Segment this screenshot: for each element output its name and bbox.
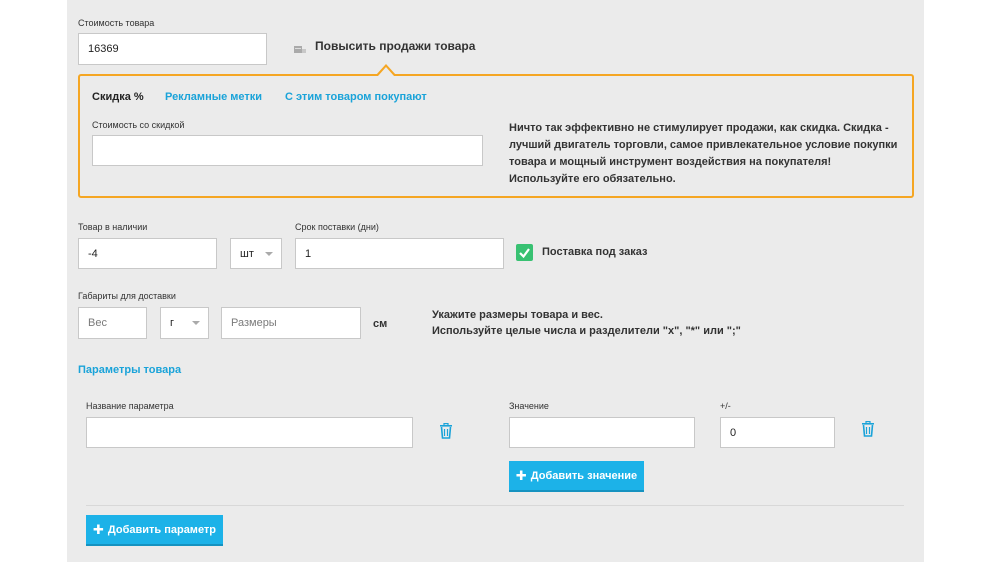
price-input[interactable]: 16369: [78, 33, 267, 65]
plus-icon: ✚: [515, 467, 527, 483]
delivery-days-input[interactable]: 1: [295, 238, 504, 269]
promo-title[interactable]: Повысить продажи товара: [315, 39, 475, 53]
weight-placeholder: Вес: [88, 317, 107, 329]
discount-price-label: Стоимость со скидкой: [92, 120, 185, 130]
chevron-down-icon: [265, 251, 273, 256]
stock-input[interactable]: -4: [78, 238, 217, 269]
check-icon: [519, 248, 530, 259]
add-param-button[interactable]: ✚ Добавить параметр: [86, 515, 223, 546]
weight-input[interactable]: Вес: [78, 307, 147, 339]
size-unit: см: [373, 318, 388, 330]
tab-bought-together[interactable]: С этим товаром покупают: [285, 91, 427, 103]
delete-param-trash-icon[interactable]: [439, 422, 453, 439]
add-param-label: Добавить параметр: [107, 523, 217, 536]
stock-label: Товар в наличии: [78, 222, 148, 232]
dimensions-hint-2: Используйте целые числа и разделители "x…: [432, 325, 741, 337]
add-value-button[interactable]: ✚ Добавить значение: [509, 461, 644, 492]
stock-unit-value: шт: [240, 247, 254, 260]
param-name-input[interactable]: [86, 417, 413, 448]
chevron-down-icon: [192, 321, 200, 325]
weight-unit-select[interactable]: г: [160, 307, 209, 339]
promo-description: Ничто так эффективно не стимулирует прод…: [509, 122, 898, 185]
stock-unit-select[interactable]: шт: [230, 238, 282, 269]
weight-unit-value: г: [170, 317, 175, 329]
size-placeholder: Размеры: [231, 317, 277, 329]
tab-discount[interactable]: Скидка %: [92, 91, 144, 103]
params-title[interactable]: Параметры товара: [78, 364, 181, 376]
size-input[interactable]: Размеры: [221, 307, 361, 339]
tab-ad-labels[interactable]: Рекламные метки: [165, 91, 262, 103]
divider: [86, 505, 904, 506]
discount-price-input[interactable]: [92, 135, 483, 166]
promo-icon: [294, 41, 306, 53]
param-delta-label: +/-: [720, 401, 731, 411]
param-value-input[interactable]: [509, 417, 695, 448]
param-value-label: Значение: [509, 401, 549, 411]
dimensions-hint-1: Укажите размеры товара и вес.: [432, 309, 603, 321]
param-delta-input[interactable]: 0: [720, 417, 835, 448]
param-name-label: Название параметра: [86, 401, 174, 411]
delivery-label: Срок поставки (дни): [295, 222, 379, 232]
dimensions-label: Габариты для доставки: [78, 291, 176, 301]
plus-icon: ✚: [92, 521, 104, 537]
delete-value-trash-icon[interactable]: [861, 420, 875, 437]
on-order-checkbox[interactable]: [516, 244, 533, 261]
on-order-label: Поставка под заказ: [542, 246, 648, 258]
price-label: Стоимость товара: [78, 18, 155, 28]
add-value-label: Добавить значение: [530, 469, 638, 482]
